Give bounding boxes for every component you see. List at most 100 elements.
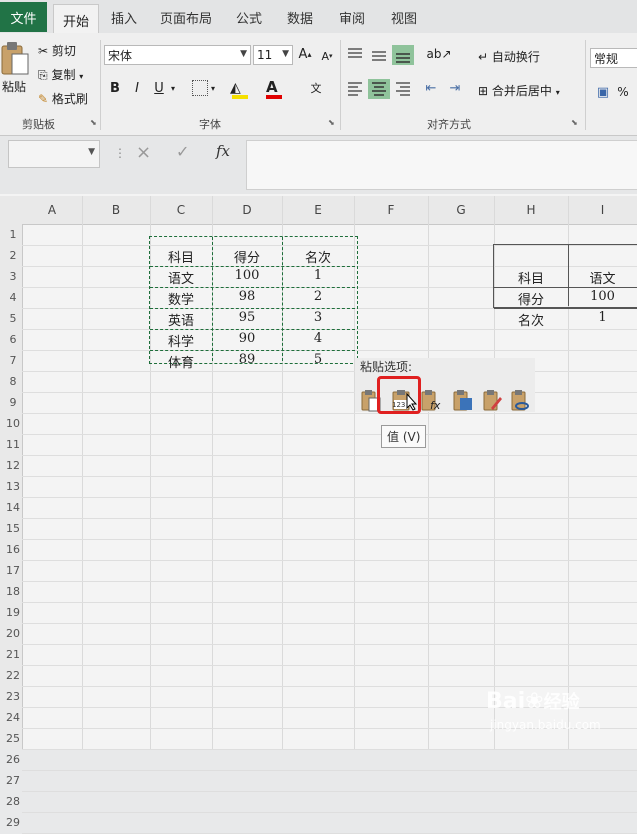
- horizontal-align-icons[interactable]: [346, 78, 416, 100]
- formula-input[interactable]: [246, 140, 637, 190]
- chevron-down-icon[interactable]: ▾: [208, 80, 218, 96]
- table-cell[interactable]: 数学: [150, 289, 212, 308]
- cut-button[interactable]: ✂ 剪切: [38, 42, 76, 59]
- row-header[interactable]: 24: [4, 711, 22, 724]
- tab-file[interactable]: 文件: [0, 2, 47, 32]
- cancel-icon[interactable]: ×: [136, 142, 151, 163]
- table-cell[interactable]: 5: [282, 352, 354, 367]
- row-header[interactable]: 26: [4, 753, 22, 766]
- row-header[interactable]: 14: [4, 501, 22, 514]
- table-cell[interactable]: 3: [282, 310, 354, 325]
- table-header-cell[interactable]: 科目: [150, 247, 212, 266]
- paste-formulas-icon[interactable]: fx: [420, 388, 442, 412]
- enter-icon[interactable]: ✓: [176, 142, 189, 161]
- row-header[interactable]: 3: [4, 270, 22, 283]
- fill-color-button[interactable]: ◭: [230, 77, 250, 99]
- wrap-text-button[interactable]: ↵ 自动换行: [478, 48, 540, 65]
- column-header-b[interactable]: B: [82, 196, 150, 224]
- row-header[interactable]: 4: [4, 291, 22, 304]
- column-header-i[interactable]: I: [568, 196, 637, 224]
- row-header[interactable]: 20: [4, 627, 22, 640]
- column-header-c[interactable]: C: [150, 196, 212, 224]
- row-header[interactable]: 15: [4, 522, 22, 535]
- row-header[interactable]: 17: [4, 564, 22, 577]
- row-header[interactable]: 9: [4, 396, 22, 409]
- underline-button[interactable]: U: [152, 78, 166, 98]
- row-header[interactable]: 25: [4, 732, 22, 745]
- decrease-font-size-button[interactable]: A ▾: [318, 46, 336, 66]
- phonetic-guide-icon[interactable]: 文: [305, 76, 327, 100]
- column-header-d[interactable]: D: [212, 196, 282, 224]
- row-header[interactable]: 21: [4, 648, 22, 661]
- font-size-select[interactable]: 11 ▼: [253, 45, 293, 65]
- italic-button[interactable]: I: [130, 78, 144, 98]
- paste-transpose-icon[interactable]: [452, 388, 474, 412]
- chevron-down-icon[interactable]: ▾: [168, 80, 178, 96]
- number-format-select[interactable]: 常规: [590, 48, 637, 68]
- increase-font-size-button[interactable]: A ▴: [296, 44, 314, 64]
- tab-data[interactable]: 数据: [287, 8, 313, 27]
- pasted-cell[interactable]: 名次: [494, 310, 568, 329]
- borders-icon[interactable]: [192, 80, 208, 96]
- accounting-format-icon[interactable]: ▣: [592, 82, 614, 102]
- row-header[interactable]: 16: [4, 543, 22, 556]
- row-header[interactable]: 23: [4, 690, 22, 703]
- row-header[interactable]: 18: [4, 585, 22, 598]
- insert-function-icon[interactable]: fx: [216, 142, 230, 160]
- row-header[interactable]: 22: [4, 669, 22, 682]
- copy-button[interactable]: ⎘ 复制 ▾: [38, 66, 83, 83]
- column-header-f[interactable]: F: [354, 196, 428, 224]
- pasted-cell[interactable]: 1: [568, 310, 637, 325]
- pasted-cell[interactable]: 语文: [568, 268, 637, 287]
- dialog-launcher-icon[interactable]: ⬊: [328, 118, 335, 127]
- table-cell[interactable]: 1: [282, 268, 354, 283]
- dialog-launcher-icon[interactable]: ⬊: [90, 118, 97, 127]
- table-cell[interactable]: 体育: [150, 352, 212, 371]
- decrease-indent-icon[interactable]: ⇤: [420, 78, 442, 98]
- column-header-g[interactable]: G: [428, 196, 494, 224]
- orientation-icon[interactable]: ab↗: [424, 44, 454, 64]
- font-color-button[interactable]: A: [266, 77, 286, 99]
- row-header[interactable]: 11: [4, 438, 22, 451]
- pasted-cell[interactable]: 得分: [494, 289, 568, 308]
- table-cell[interactable]: 90: [212, 331, 282, 346]
- tab-page-layout[interactable]: 页面布局: [160, 8, 212, 27]
- table-cell[interactable]: 4: [282, 331, 354, 346]
- format-painter-button[interactable]: ✎ 格式刷: [38, 90, 88, 107]
- row-header[interactable]: 8: [4, 375, 22, 388]
- percent-style-icon[interactable]: %: [616, 82, 630, 102]
- column-header-a[interactable]: A: [22, 196, 82, 224]
- tab-view[interactable]: 视图: [391, 8, 417, 27]
- table-header-cell[interactable]: 得分: [212, 247, 282, 266]
- row-header[interactable]: 5: [4, 312, 22, 325]
- table-cell[interactable]: 2: [282, 289, 354, 304]
- table-header-cell[interactable]: 名次: [282, 247, 354, 266]
- pasted-cell[interactable]: 科目: [494, 268, 568, 287]
- tab-home[interactable]: 开始: [53, 4, 99, 35]
- column-header-e[interactable]: E: [282, 196, 354, 224]
- column-header-h[interactable]: H: [494, 196, 568, 224]
- row-header[interactable]: 29: [4, 816, 22, 829]
- row-header[interactable]: 12: [4, 459, 22, 472]
- table-cell[interactable]: 科学: [150, 331, 212, 350]
- row-header[interactable]: 6: [4, 333, 22, 346]
- row-header[interactable]: 1: [4, 228, 22, 241]
- row-header[interactable]: 27: [4, 774, 22, 787]
- table-cell[interactable]: 98: [212, 289, 282, 304]
- table-cell[interactable]: 100: [212, 268, 282, 283]
- row-header[interactable]: 7: [4, 354, 22, 367]
- name-box[interactable]: ▼: [8, 140, 100, 168]
- merge-center-button[interactable]: ⊞ 合并后居中 ▾: [478, 82, 560, 99]
- row-header[interactable]: 28: [4, 795, 22, 808]
- vertical-align-icons[interactable]: [346, 44, 416, 66]
- increase-indent-icon[interactable]: ⇥: [444, 78, 466, 98]
- dialog-launcher-icon[interactable]: ⬊: [571, 118, 578, 127]
- pasted-cell[interactable]: 100: [568, 289, 637, 304]
- paste-formatting-icon[interactable]: [482, 388, 504, 412]
- row-header[interactable]: 19: [4, 606, 22, 619]
- font-name-select[interactable]: 宋体 ▼: [104, 45, 251, 65]
- tab-review[interactable]: 审阅: [339, 8, 365, 27]
- bold-button[interactable]: B: [108, 78, 122, 98]
- paste-link-icon[interactable]: [510, 388, 532, 412]
- row-header[interactable]: 2: [4, 249, 22, 262]
